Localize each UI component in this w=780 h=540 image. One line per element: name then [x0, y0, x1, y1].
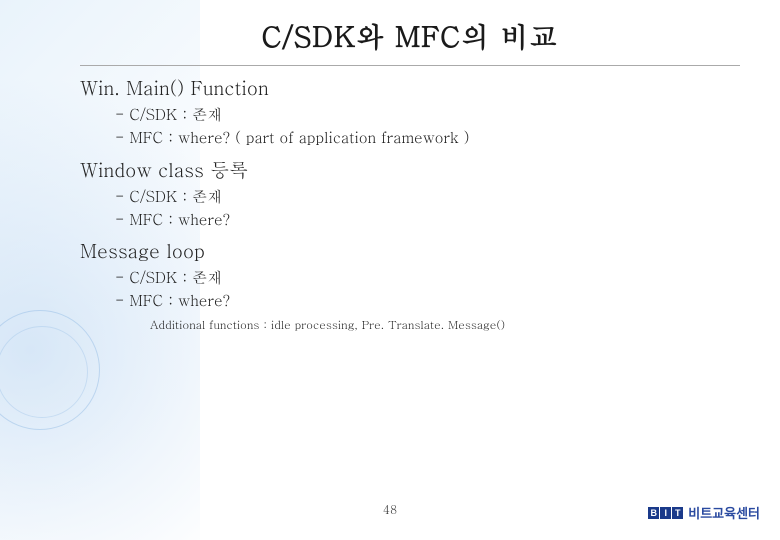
- title-divider: [80, 65, 740, 66]
- additional-note: Additional functions : idle processing, …: [150, 317, 740, 333]
- bullet-item: - MFC : where?: [115, 208, 740, 231]
- section-window-class: Window class 등록 - C/SDK : 존재 - MFC : whe…: [80, 156, 740, 232]
- slide-title: C/SDK와 MFC의 비교: [80, 15, 740, 55]
- logo-char: B: [648, 507, 659, 519]
- brand-text: 비트교육센터: [688, 503, 760, 522]
- bullet-item: - C/SDK : 존재: [115, 266, 740, 289]
- section-heading: Win. Main() Function: [80, 74, 740, 101]
- bullet-item: - C/SDK : 존재: [115, 185, 740, 208]
- section-heading: Window class 등록: [80, 156, 740, 183]
- section-winmain: Win. Main() Function - C/SDK : 존재 - MFC …: [80, 74, 740, 150]
- section-heading: Message loop: [80, 237, 740, 264]
- bullet-item: - C/SDK : 존재: [115, 103, 740, 126]
- footer-brand: B I T 비트교육센터: [648, 503, 760, 522]
- slide-content: C/SDK와 MFC의 비교 Win. Main() Function - C/…: [0, 0, 780, 333]
- logo-char: T: [672, 507, 683, 519]
- bullet-item: - MFC : where? ( part of application fra…: [115, 126, 740, 149]
- bullet-item: - MFC : where?: [115, 289, 740, 312]
- brand-logo-icon: B I T: [648, 507, 683, 519]
- logo-char: I: [660, 507, 671, 519]
- page-number: 48: [383, 501, 397, 518]
- section-message-loop: Message loop - C/SDK : 존재 - MFC : where?: [80, 237, 740, 313]
